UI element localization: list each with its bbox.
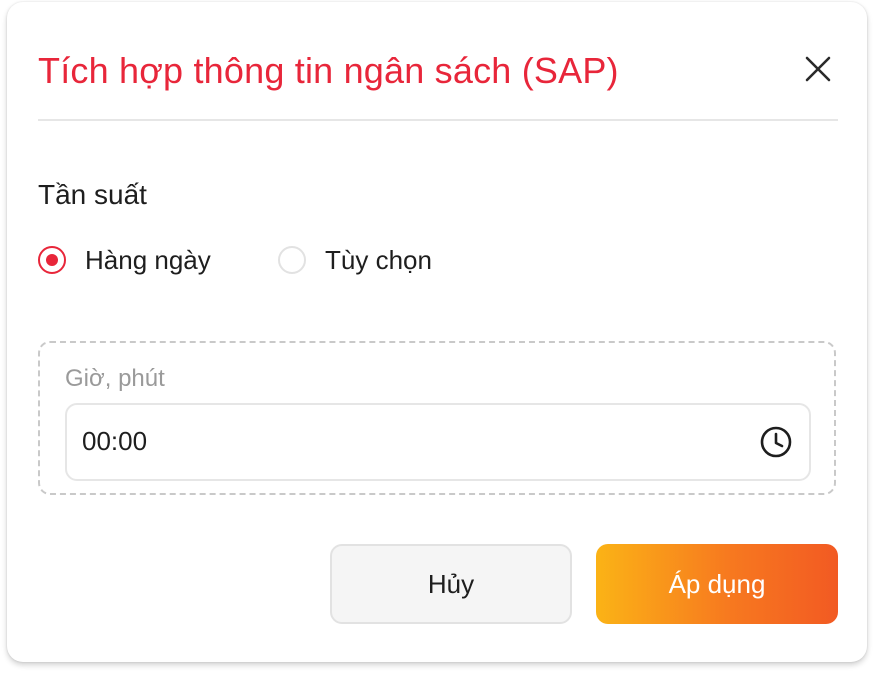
radio-daily-label: Hàng ngày	[85, 244, 211, 275]
radio-unchecked-icon[interactable]	[278, 246, 306, 274]
radio-custom-label: Tùy chọn	[325, 244, 432, 275]
time-input[interactable]: 00:00	[65, 403, 811, 481]
clock-button[interactable]	[759, 425, 793, 459]
radio-daily[interactable]: Hàng ngày	[38, 240, 211, 280]
cancel-button[interactable]: Hủy	[330, 544, 572, 624]
clock-icon	[760, 426, 792, 458]
time-section: Giờ, phút 00:00	[38, 341, 836, 495]
dialog-title: Tích hợp thông tin ngân sách (SAP)	[38, 50, 619, 91]
header-divider	[38, 119, 838, 121]
time-input-value: 00:00	[82, 426, 148, 456]
radio-custom[interactable]: Tùy chọn	[278, 240, 432, 280]
radio-checked-icon[interactable]	[38, 246, 66, 274]
sap-integration-dialog: Tích hợp thông tin ngân sách (SAP) Tần s…	[7, 2, 867, 662]
time-field-label: Giờ, phút	[65, 365, 165, 392]
frequency-label: Tần suất	[38, 179, 147, 210]
close-button[interactable]	[801, 52, 835, 86]
apply-button[interactable]: Áp dụng	[596, 544, 838, 624]
close-icon	[805, 56, 831, 82]
